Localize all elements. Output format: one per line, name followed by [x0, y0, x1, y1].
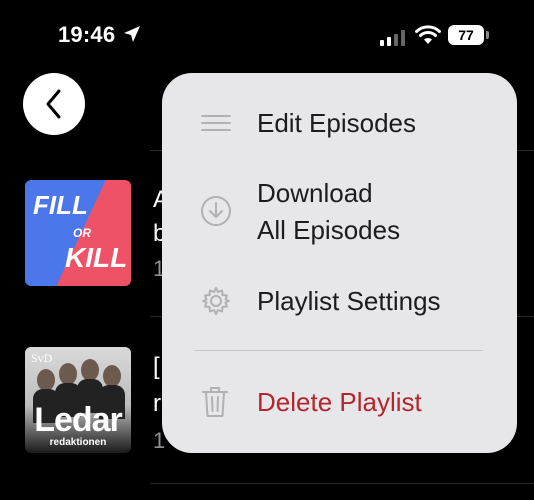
- artwork-person: [37, 369, 55, 391]
- edit-episodes-menu-item[interactable]: Edit Episodes: [162, 103, 517, 143]
- podcast-artwork-fill-or-kill: FILL OR KILL: [25, 180, 131, 286]
- menu-separator: [194, 350, 483, 351]
- artwork-person: [103, 365, 121, 387]
- delete-playlist-menu-item[interactable]: Delete Playlist: [162, 382, 517, 422]
- location-arrow-icon: [124, 26, 140, 42]
- artwork-text-kill: KILL: [65, 242, 128, 273]
- list-lines-icon: [201, 115, 231, 131]
- episode-title-line2: r: [153, 390, 161, 417]
- list-divider: [150, 483, 534, 484]
- artwork-person: [81, 359, 99, 381]
- cellular-signal-icon: [380, 30, 408, 46]
- download-all-episodes-menu-item[interactable]: Download All Episodes: [162, 173, 517, 249]
- battery-cap: [486, 31, 489, 39]
- edit-episodes-label: Edit Episodes: [257, 108, 416, 138]
- playlist-settings-label: Playlist Settings: [257, 286, 441, 316]
- wifi-icon: [415, 25, 441, 44]
- delete-playlist-label: Delete Playlist: [257, 387, 422, 417]
- chevron-left-icon: [46, 89, 61, 119]
- battery-level: 77: [458, 27, 474, 43]
- download-label-line1: Download: [257, 178, 373, 208]
- artwork-text-redaktionen: redaktionen: [49, 437, 107, 448]
- trash-icon: [202, 387, 228, 417]
- artwork-text-svd: SvD: [31, 351, 53, 365]
- back-button[interactable]: [23, 73, 85, 135]
- episode-title: [: [153, 353, 160, 380]
- artwork-text-ledar: Ledar: [34, 401, 123, 439]
- battery-icon: 77: [448, 25, 484, 45]
- playlist-settings-menu-item[interactable]: Playlist Settings: [162, 281, 517, 321]
- playlist-context-menu: Edit Episodes Download All Episodes Play…: [162, 73, 517, 453]
- podcast-artwork-ledarredaktionen: SvD Ledar redaktionen: [25, 347, 131, 453]
- artwork-text-fill: FILL: [33, 190, 88, 220]
- artwork-person: [59, 363, 77, 385]
- download-label-line2: All Episodes: [257, 215, 401, 245]
- gear-icon: [202, 287, 230, 315]
- download-circle-icon: [201, 196, 231, 226]
- status-time: 19:46: [58, 22, 116, 47]
- artwork-text-or: OR: [73, 226, 91, 240]
